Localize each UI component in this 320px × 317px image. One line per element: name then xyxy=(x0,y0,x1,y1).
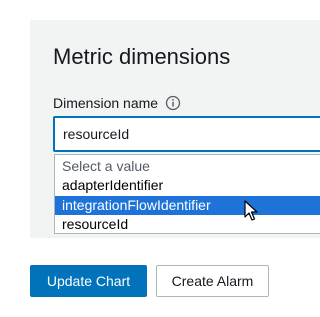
dimension-name-selected-value: resourceId xyxy=(63,126,130,142)
dimension-name-dropdown: Select a value adapterIdentifier integra… xyxy=(54,154,320,234)
dropdown-option-adapter-identifier[interactable]: adapterIdentifier xyxy=(55,176,320,195)
mouse-pointer-icon xyxy=(244,200,260,222)
page: Metric dimensions Dimension name resourc… xyxy=(0,0,320,317)
panel-title: Metric dimensions xyxy=(53,44,231,69)
dropdown-option-integration-flow-identifier[interactable]: integrationFlowIdentifier xyxy=(55,196,320,215)
dropdown-placeholder: Select a value xyxy=(62,158,150,174)
update-chart-button[interactable]: Update Chart xyxy=(30,265,147,297)
dropdown-option-resource-id[interactable]: resourceId xyxy=(55,215,320,234)
dimension-name-label-text: Dimension name xyxy=(53,95,159,111)
info-icon[interactable] xyxy=(165,95,181,111)
create-alarm-button[interactable]: Create Alarm xyxy=(156,265,269,297)
dimension-name-select[interactable]: resourceId xyxy=(53,116,320,152)
dimension-name-label: Dimension name xyxy=(53,95,181,111)
